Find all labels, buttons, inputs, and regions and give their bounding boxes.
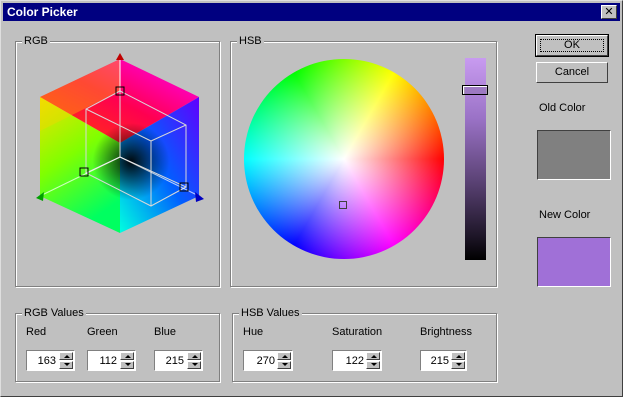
hue-increment-button[interactable]: [277, 352, 291, 360]
green-spinner-arrows: [120, 352, 134, 369]
blue-spinner-arrows: [187, 352, 201, 369]
hue-decrement-button[interactable]: [277, 361, 291, 369]
title-bar: Color Picker ✕: [3, 3, 620, 21]
new-color-swatch: [537, 237, 611, 287]
blue-decrement-button[interactable]: [187, 361, 201, 369]
saturation-spinner: [332, 350, 382, 371]
red-increment-button[interactable]: [59, 352, 73, 360]
hsb-values-label: HSB Values: [239, 306, 302, 320]
blue-input[interactable]: [156, 352, 186, 369]
rgb-values-label: RGB Values: [22, 306, 86, 320]
brightness-handle[interactable]: [462, 85, 488, 95]
brightness-input[interactable]: [422, 352, 451, 369]
hsb-values-group: HSB Values: [232, 306, 497, 382]
red-spinner: [26, 350, 75, 371]
brightness-label: Brightness: [420, 326, 472, 338]
brightness-spinner: [420, 350, 467, 371]
ok-button[interactable]: OK: [535, 34, 609, 57]
blue-spinner: [154, 350, 203, 371]
saturation-label: Saturation: [332, 326, 383, 338]
saturation-input[interactable]: [334, 352, 366, 369]
brightness-increment-button[interactable]: [451, 352, 465, 360]
green-decrement-button[interactable]: [120, 361, 134, 369]
red-decrement-button[interactable]: [59, 361, 73, 369]
old-color-swatch: [537, 130, 611, 180]
hue-spinner-arrows: [277, 352, 291, 369]
brightness-decrement-button[interactable]: [451, 361, 465, 369]
hue-input[interactable]: [245, 352, 277, 369]
red-input[interactable]: [28, 352, 58, 369]
close-icon: ✕: [604, 6, 614, 18]
close-button[interactable]: ✕: [601, 5, 617, 19]
new-color-label: New Color: [539, 209, 591, 221]
green-input[interactable]: [89, 352, 119, 369]
rgb-cube-shade: [76, 101, 186, 211]
blue-increment-button[interactable]: [187, 352, 201, 360]
red-label: Red: [26, 326, 47, 338]
brightness-spinner-arrows: [451, 352, 465, 369]
hue-spinner: [243, 350, 293, 371]
green-label: Green: [87, 326, 118, 338]
saturation-spinner-arrows: [366, 352, 380, 369]
focus-rectangle: [540, 39, 604, 52]
green-increment-button[interactable]: [120, 352, 134, 360]
cancel-button-label: Cancel: [554, 66, 590, 78]
old-color-label: Old Color: [539, 102, 586, 114]
blue-label: Blue: [154, 326, 177, 338]
window-title: Color Picker: [7, 5, 78, 19]
green-spinner: [87, 350, 136, 371]
rgb-cube[interactable]: [31, 51, 211, 241]
red-axis-arrow[interactable]: [116, 53, 124, 60]
hue-label: Hue: [243, 326, 264, 338]
blue-axis-arrow[interactable]: [195, 192, 204, 202]
saturation-increment-button[interactable]: [366, 352, 380, 360]
hue-saturation-marker[interactable]: [339, 201, 347, 209]
rgb-group-label: RGB: [22, 34, 50, 48]
red-spinner-arrows: [59, 352, 73, 369]
rgb-values-group: RGB Values: [15, 306, 220, 382]
cancel-button[interactable]: Cancel: [536, 62, 608, 83]
saturation-decrement-button[interactable]: [366, 361, 380, 369]
color-picker-dialog: Color Picker ✕ RGB HSB OK Cancel Old Col…: [0, 0, 623, 397]
hue-saturation-wheel[interactable]: [244, 59, 444, 259]
hsb-group-label: HSB: [237, 34, 264, 48]
